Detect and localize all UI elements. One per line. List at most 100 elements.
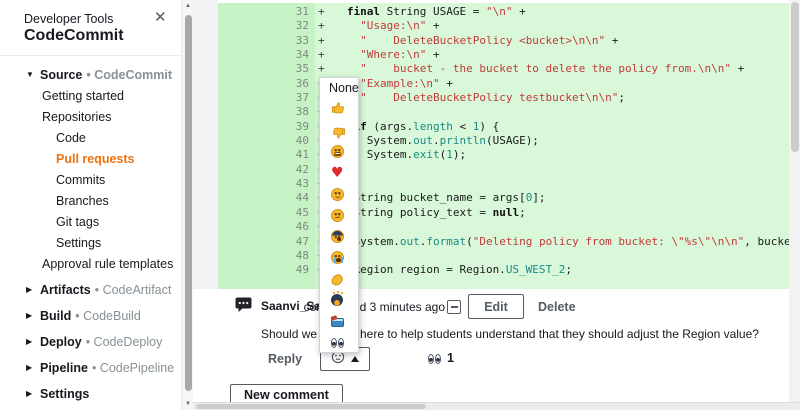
grinning-face-icon xyxy=(331,145,344,158)
line-number: 35 xyxy=(218,62,315,76)
emoji-none-option[interactable]: None xyxy=(320,78,358,99)
line-number: 40 xyxy=(218,134,315,148)
sidebar-item-approval-rule-templates[interactable]: Approval rule templates xyxy=(0,253,181,274)
code-token: US_WEST_2 xyxy=(506,263,566,276)
nav-link-label: Pull requests xyxy=(56,152,135,166)
emoji-heart[interactable]: ♥ xyxy=(320,163,358,184)
reaction-count[interactable]: 1 xyxy=(428,351,454,365)
line-number: 47 xyxy=(218,235,315,249)
sidebar-item-build[interactable]: ▶Build• CodeBuild xyxy=(0,305,181,326)
sidebar-item-repositories[interactable]: Repositories xyxy=(0,106,181,127)
emoji-eyes[interactable] xyxy=(320,332,358,353)
sidebar-scrollbar-thumb[interactable] xyxy=(185,15,192,391)
main-vertical-scrollbar[interactable] xyxy=(789,0,800,402)
code-token xyxy=(327,5,347,18)
diff-added-marker: + xyxy=(315,5,327,19)
scroll-up-icon[interactable]: ▲ xyxy=(184,3,192,9)
diff-code: + final String USAGE = "\n" ++ "Usage:\n… xyxy=(315,3,789,289)
code-line-47: + System.out.format("Deleting policy fro… xyxy=(315,235,789,249)
code-token: ; xyxy=(565,263,572,276)
emoji-fearful-face[interactable] xyxy=(320,226,358,247)
code-line-43: + xyxy=(315,177,789,191)
sidebar-item-getting-started[interactable]: Getting started xyxy=(0,85,181,106)
crying-face-icon xyxy=(331,251,344,264)
sidebar-item-pipeline[interactable]: ▶Pipeline• CodePipeline xyxy=(0,357,181,378)
code-diff-panel: 31323334353637383940414243444546474849 +… xyxy=(218,3,789,289)
code-token: + xyxy=(731,62,744,75)
heart-icon: ♥ xyxy=(331,167,344,180)
code-line-39: + if (args.length < 1) { xyxy=(315,120,789,134)
nav-link-label: Settings xyxy=(56,236,101,250)
chevron-right-icon: ▶ xyxy=(26,285,40,294)
sidebar-item-commits[interactable]: Commits xyxy=(0,169,181,190)
sidebar-scrollbar[interactable]: ▲ ▼ xyxy=(181,0,193,410)
sidebar-item-pull-requests[interactable]: Pull requests xyxy=(0,148,181,169)
code-token: , bucket_name); xyxy=(744,235,789,248)
code-token xyxy=(327,34,360,47)
line-number: 44 xyxy=(218,191,315,205)
code-token: "Deleting policy from bucket: \"%s\"\n\n… xyxy=(473,235,745,248)
code-token: ; xyxy=(618,91,625,104)
scroll-down-icon[interactable]: ▼ xyxy=(184,401,192,407)
emoji-smiling-face[interactable] xyxy=(320,184,358,205)
sidebar-item-branches[interactable]: Branches xyxy=(0,190,181,211)
code-token xyxy=(327,62,360,75)
sidebar-item-settings[interactable]: ▶Settings xyxy=(0,383,181,404)
chevron-right-icon: ▶ xyxy=(26,389,40,398)
sidebar-item-artifacts[interactable]: ▶Artifacts• CodeArtifact xyxy=(0,279,181,300)
code-line-49: + Region region = Region.US_WEST_2; xyxy=(315,263,789,277)
line-number: 46 xyxy=(218,220,315,234)
confetti-ball-icon xyxy=(331,294,343,306)
comment-body-fragment-2: here to help students understand that th… xyxy=(360,327,759,341)
code-line-44: + String bucket_name = args[0]; xyxy=(315,191,789,205)
thumbs-up-icon xyxy=(331,100,346,120)
emoji-thumbs-down[interactable] xyxy=(320,120,358,141)
code-token xyxy=(327,48,360,61)
edit-button[interactable]: Edit xyxy=(468,294,524,319)
close-icon[interactable]: ✕ xyxy=(154,8,167,26)
line-number: 43 xyxy=(218,177,315,191)
delete-button[interactable]: Delete xyxy=(538,300,576,314)
service-name: • CodeArtifact xyxy=(95,283,172,297)
emoji-inbox-tray[interactable] xyxy=(320,311,358,332)
code-token: 1 xyxy=(446,148,453,161)
code-token: final xyxy=(347,5,380,18)
chevron-down-icon: ▼ xyxy=(26,70,40,79)
emoji-thumbs-up[interactable] xyxy=(320,99,358,120)
emoji-crying-face[interactable] xyxy=(320,247,358,268)
main-horizontal-scrollbar-thumb[interactable] xyxy=(196,404,426,409)
page-title: CodeCommit xyxy=(24,27,124,45)
line-number: 38 xyxy=(218,105,315,119)
sidebar-divider xyxy=(0,55,181,56)
sidebar-item-code[interactable]: Code xyxy=(0,127,181,148)
sidebar-item-deploy[interactable]: ▶Deploy• CodeDeploy xyxy=(0,331,181,352)
sidebar-item-git-tags[interactable]: Git tags xyxy=(0,211,181,232)
line-number: 31 xyxy=(218,5,315,19)
diff-line-numbers: 31323334353637383940414243444546474849 xyxy=(218,3,315,289)
code-token: < xyxy=(453,120,473,133)
reaction-count-value: 1 xyxy=(447,351,454,365)
code-token: " DeleteBucketPolicy testbucket\n\n" xyxy=(360,91,618,104)
main-horizontal-scrollbar[interactable] xyxy=(193,402,800,410)
emoji-confetti-ball[interactable] xyxy=(320,290,358,311)
section-label: Settings xyxy=(40,387,89,401)
diff-added-marker: + xyxy=(315,19,327,33)
emoji-fist[interactable] xyxy=(320,269,358,290)
code-token: "Where:\n" xyxy=(360,48,426,61)
code-token: (args. xyxy=(367,120,413,133)
reply-button[interactable]: Reply xyxy=(268,352,302,366)
code-token: String USAGE = xyxy=(380,5,486,18)
chevron-right-icon: ▶ xyxy=(26,363,40,372)
code-token: "\n" xyxy=(486,5,513,18)
code-token: out xyxy=(400,235,420,248)
sidebar-nav: ▼Source• CodeCommit Getting started Reposi… xyxy=(0,64,181,404)
sidebar-item-source[interactable]: ▼Source• CodeCommit xyxy=(0,64,181,85)
nav-link-label: Getting started xyxy=(42,89,124,103)
service-name: • CodeBuild xyxy=(75,309,141,323)
collapse-comment-icon[interactable] xyxy=(447,300,461,314)
emoji-confused-face[interactable] xyxy=(320,205,358,226)
sidebar-item-settings[interactable]: Settings xyxy=(0,232,181,253)
emoji-grinning-face[interactable] xyxy=(320,141,358,162)
nav-link-label: Git tags xyxy=(56,215,99,229)
main-vertical-scrollbar-thumb[interactable] xyxy=(791,2,799,152)
